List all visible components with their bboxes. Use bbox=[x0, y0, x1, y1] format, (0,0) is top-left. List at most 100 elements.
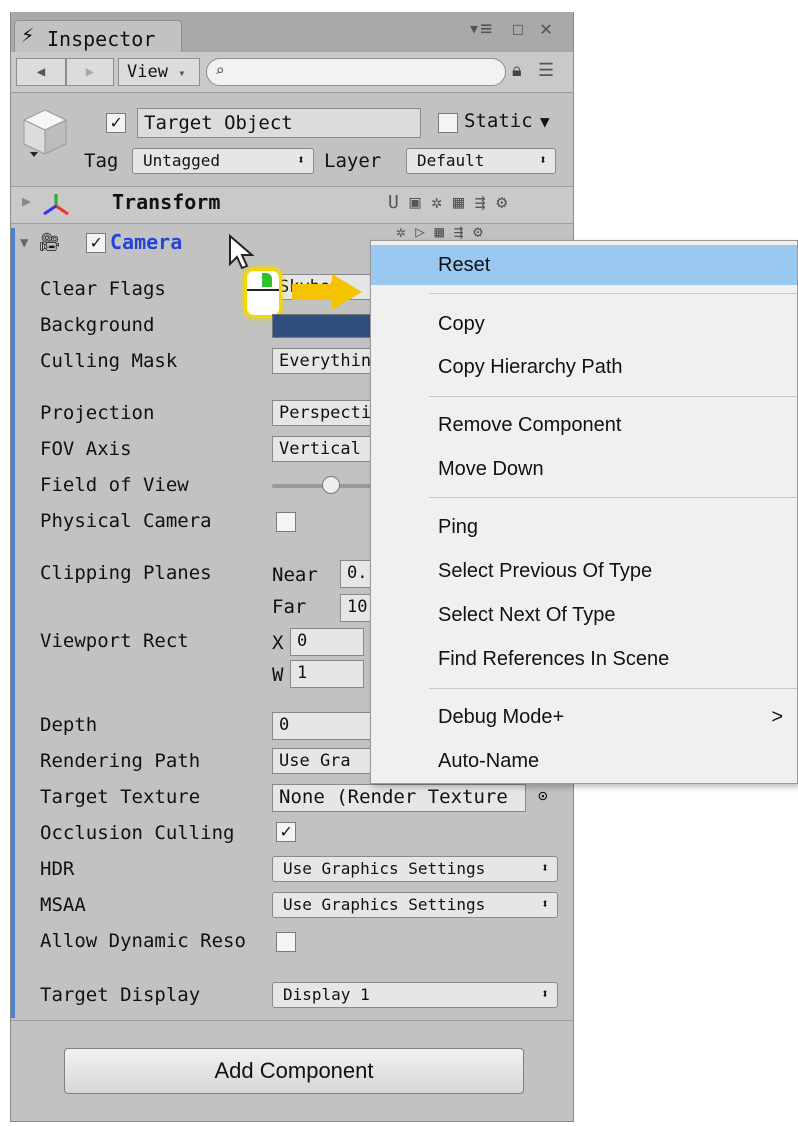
forward-button[interactable]: ▶ bbox=[66, 58, 114, 86]
selected-component-bar bbox=[11, 228, 15, 1018]
menu-item-remove-component[interactable]: Remove Component bbox=[371, 405, 797, 445]
add-component-button[interactable]: Add Component bbox=[64, 1048, 524, 1094]
culling-mask-dropdown[interactable]: Everything bbox=[272, 348, 381, 374]
back-icon: ◀ bbox=[36, 64, 46, 80]
tab-inspector[interactable]: ⚡ Inspector bbox=[14, 20, 182, 52]
menu-item-auto-name[interactable]: Auto-Name bbox=[371, 741, 797, 781]
menu-item-debug-mode[interactable]: Debug Mode+ > bbox=[371, 697, 797, 737]
active-checkbox[interactable]: ✓ bbox=[106, 113, 126, 133]
lightning-icon: ⚡ bbox=[21, 23, 35, 48]
menu-separator bbox=[429, 688, 797, 689]
projection-dropdown[interactable]: Perspective bbox=[272, 400, 392, 426]
layer-dropdown[interactable]: Default ⬍ bbox=[406, 148, 556, 174]
target-display-value: Display 1 bbox=[283, 985, 370, 1004]
back-button[interactable]: ◀ bbox=[16, 58, 66, 86]
viewport-x-field[interactable]: 0 bbox=[290, 628, 364, 656]
static-dropdown-icon[interactable]: ▼ bbox=[540, 112, 550, 131]
fov-axis-dropdown[interactable]: Vertical bbox=[272, 436, 372, 462]
physical-camera-checkbox[interactable] bbox=[276, 512, 296, 532]
tag-label: Tag bbox=[84, 150, 119, 172]
allow-dynamic-resolution-checkbox[interactable] bbox=[276, 932, 296, 952]
dropdown-arrows-icon: ⬍ bbox=[541, 861, 549, 876]
target-display-label: Target Display bbox=[40, 984, 201, 1006]
object-picker-icon[interactable]: ⊙ bbox=[538, 786, 548, 805]
dropdown-arrows-icon: ⬍ bbox=[541, 987, 549, 1002]
near-field[interactable]: 0. bbox=[340, 560, 372, 588]
maximize-icon[interactable]: ☐ bbox=[512, 16, 524, 40]
viewport-x-label: X bbox=[272, 632, 284, 654]
camera-enabled-checkbox[interactable]: ✓ bbox=[86, 233, 106, 253]
search-input[interactable]: ⌕ bbox=[206, 58, 506, 86]
layer-label: Layer bbox=[324, 150, 382, 172]
hdr-value: Use Graphics Settings bbox=[283, 859, 486, 878]
far-field[interactable]: 10 bbox=[340, 594, 372, 622]
occlusion-culling-checkbox[interactable]: ✓ bbox=[276, 822, 296, 842]
occlusion-culling-label: Occlusion Culling bbox=[40, 822, 235, 844]
static-label: Static bbox=[464, 110, 533, 132]
msaa-label: MSAA bbox=[40, 894, 86, 916]
mouse-pointer-icon bbox=[229, 234, 255, 270]
clipping-planes-label: Clipping Planes bbox=[40, 562, 212, 584]
allow-dynamic-resolution-label: Allow Dynamic Reso bbox=[40, 930, 246, 952]
dropdown-arrow-icon: ▾ bbox=[178, 66, 186, 80]
viewport-rect-label: Viewport Rect bbox=[40, 630, 189, 652]
target-texture-field[interactable]: None (Render Texture bbox=[272, 784, 526, 812]
transform-label: Transform bbox=[112, 190, 221, 214]
lock-icon[interactable]: 🔒︎ bbox=[512, 60, 522, 81]
fov-axis-label: FOV Axis bbox=[40, 438, 132, 460]
background-label: Background bbox=[40, 314, 155, 336]
viewport-w-field[interactable]: 1 bbox=[290, 660, 364, 688]
context-menu: Reset Copy Copy Hierarchy Path Remove Co… bbox=[370, 240, 798, 784]
close-icon[interactable]: ✕ bbox=[540, 16, 552, 40]
layout-icon[interactable]: ☰ bbox=[538, 60, 554, 81]
gameobject-cube-icon[interactable] bbox=[20, 106, 70, 162]
menu-item-reset[interactable]: Reset bbox=[371, 245, 797, 285]
menu-item-ping[interactable]: Ping bbox=[371, 507, 797, 547]
depth-field[interactable]: 0 bbox=[272, 712, 372, 740]
background-color-swatch[interactable] bbox=[272, 314, 372, 338]
static-checkbox[interactable] bbox=[438, 113, 458, 133]
camera-tool-icons[interactable]: ✲ ▷ ▦ ⇶ ⚙ bbox=[396, 222, 483, 241]
tab-label: Inspector bbox=[47, 27, 156, 51]
view-dropdown[interactable]: View ▾ bbox=[118, 58, 200, 86]
view-label: View bbox=[127, 62, 168, 82]
camera-label: Camera bbox=[110, 230, 183, 254]
physical-camera-label: Physical Camera bbox=[40, 510, 212, 532]
menu-item-find-references-in-scene[interactable]: Find References In Scene bbox=[371, 639, 797, 679]
tab-menu-icon[interactable]: ▾≡ bbox=[468, 16, 492, 40]
menu-separator bbox=[429, 497, 797, 498]
far-label: Far bbox=[272, 596, 307, 618]
culling-mask-label: Culling Mask bbox=[40, 350, 178, 372]
target-display-dropdown[interactable]: Display 1 ⬍ bbox=[272, 982, 558, 1008]
rendering-path-dropdown[interactable]: Use Gra bbox=[272, 748, 372, 774]
tag-value: Untagged bbox=[143, 151, 221, 170]
rendering-path-label: Rendering Path bbox=[40, 750, 201, 772]
clear-flags-label: Clear Flags bbox=[40, 278, 166, 300]
dropdown-arrows-icon: ⬍ bbox=[539, 153, 547, 168]
foldout-collapsed-icon[interactable]: ▶ bbox=[22, 192, 31, 210]
menu-item-move-down[interactable]: Move Down bbox=[371, 449, 797, 489]
mouse-click-hint-icon bbox=[244, 268, 282, 318]
menu-item-debug-mode-label: Debug Mode+ bbox=[438, 706, 565, 728]
tag-dropdown[interactable]: Untagged ⬍ bbox=[132, 148, 314, 174]
transform-axes-icon bbox=[43, 194, 69, 216]
object-name-field[interactable]: Target Object bbox=[137, 108, 421, 138]
menu-item-copy[interactable]: Copy bbox=[371, 304, 797, 344]
camera-icon: 🎥︎ bbox=[38, 232, 61, 253]
dropdown-arrows-icon: ⬍ bbox=[541, 897, 549, 912]
field-of-view-slider-thumb[interactable] bbox=[322, 476, 340, 494]
forward-icon: ▶ bbox=[85, 64, 95, 80]
dropdown-arrows-icon: ⬍ bbox=[297, 153, 305, 168]
layer-value: Default bbox=[417, 151, 485, 170]
viewport-w-label: W bbox=[272, 664, 284, 686]
transform-tool-icons[interactable]: U ▣ ✲ ▦ ⇶ ⚙ bbox=[388, 192, 507, 213]
near-label: Near bbox=[272, 564, 318, 586]
foldout-expanded-icon[interactable]: ▼ bbox=[20, 235, 28, 251]
msaa-value: Use Graphics Settings bbox=[283, 895, 486, 914]
menu-item-copy-hierarchy-path[interactable]: Copy Hierarchy Path bbox=[371, 347, 797, 387]
hdr-dropdown[interactable]: Use Graphics Settings ⬍ bbox=[272, 856, 558, 882]
menu-item-select-previous-of-type[interactable]: Select Previous Of Type bbox=[371, 551, 797, 591]
msaa-dropdown[interactable]: Use Graphics Settings ⬍ bbox=[272, 892, 558, 918]
menu-item-select-next-of-type[interactable]: Select Next Of Type bbox=[371, 595, 797, 635]
hdr-label: HDR bbox=[40, 858, 75, 880]
